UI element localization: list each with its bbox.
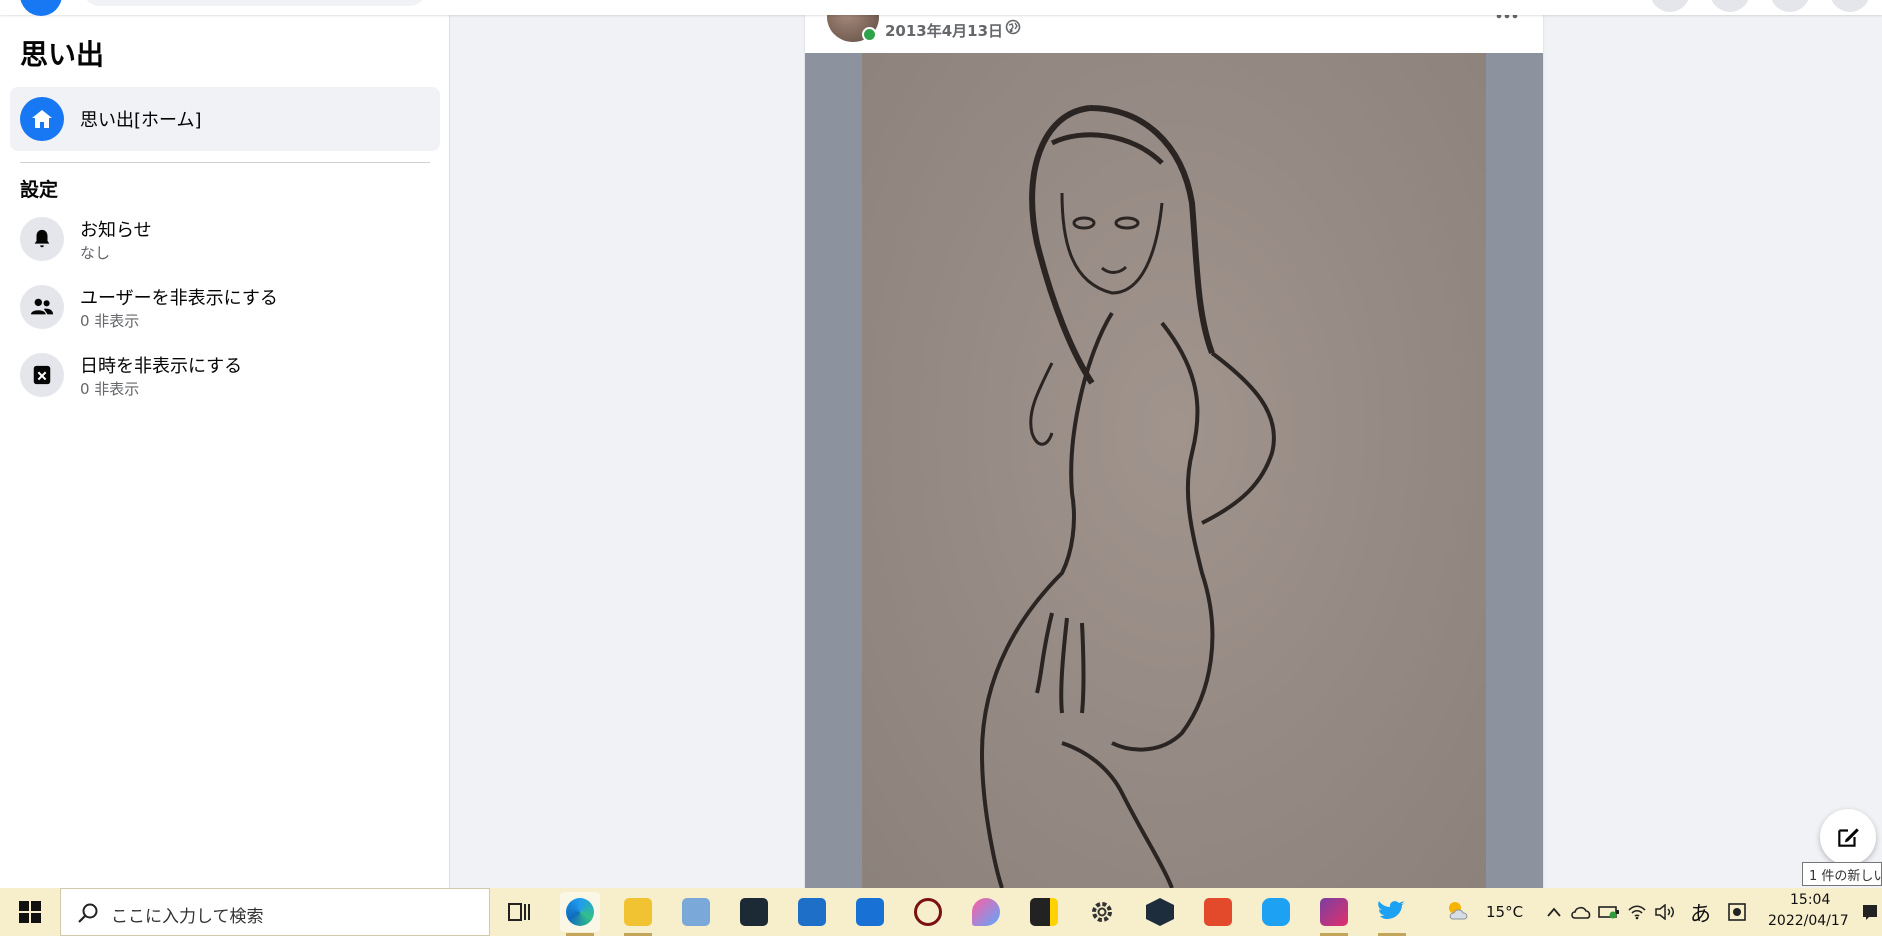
action-center-badge-icon[interactable] (1724, 892, 1750, 932)
volume-icon[interactable] (1652, 892, 1678, 932)
file-explorer-icon[interactable] (618, 892, 658, 936)
sidebar-item-label: ユーザーを非表示にする (80, 288, 278, 309)
clock-date[interactable]: 2022/04/17 (1768, 913, 1849, 929)
onedrive-cloud-icon[interactable] (1568, 892, 1594, 932)
globe-icon (1005, 19, 1021, 39)
taskbar-search-input[interactable]: ここに入力して検索 (60, 888, 490, 936)
chevron-up-icon[interactable] (1542, 892, 1566, 932)
facebook-logo-icon[interactable] (20, 0, 62, 16)
memory-post-card: 2013年4月13日 · (805, 0, 1543, 889)
calendar-x-icon (20, 353, 64, 397)
messenger-chat-icon[interactable] (1256, 892, 1296, 932)
search-placeholder: ここに入力して検索 (111, 907, 264, 927)
bell-icon (20, 217, 64, 261)
sidebar-item-sublabel: なし (80, 244, 111, 262)
kindle-icon[interactable] (734, 892, 774, 932)
settings-heading: 設定 (20, 179, 59, 201)
sidebar-item-memories-home[interactable]: 思い出[ホーム] (10, 87, 440, 151)
notification-tooltip: 1 件の新しい (1802, 862, 1882, 886)
post-date[interactable]: 2013年4月13日 · (885, 20, 1014, 41)
search-icon (78, 903, 98, 923)
menu-icon[interactable] (1650, 0, 1690, 12)
script-app-icon[interactable] (908, 892, 948, 932)
sticky-notes-icon[interactable] (1024, 892, 1064, 932)
settings-gear-icon[interactable] (1082, 892, 1122, 932)
windows-icon (19, 901, 41, 923)
top-nav-bar (0, 0, 1882, 16)
photos-app-icon[interactable] (676, 892, 716, 932)
new-message-button[interactable] (1820, 809, 1876, 865)
people-icon (20, 285, 64, 329)
sidebar-item-notifications[interactable]: お知らせ なし (10, 207, 440, 271)
microsoft-store-icon[interactable] (792, 892, 832, 932)
edge-browser-icon[interactable] (560, 892, 600, 936)
mail-icon[interactable] (850, 892, 890, 932)
paint-app-icon[interactable] (966, 892, 1006, 932)
sidebar-item-hide-dates[interactable]: 日時を非表示にする 0 非表示 (10, 343, 440, 407)
instagram-icon[interactable] (1314, 892, 1354, 936)
post-photo-container[interactable] (805, 53, 1543, 889)
top-search-input[interactable] (82, 0, 427, 6)
sidebar-item-label: お知らせ (80, 220, 152, 241)
hexagon-app-icon[interactable] (1140, 892, 1180, 932)
messenger-icon[interactable] (1710, 0, 1750, 12)
wifi-icon[interactable] (1624, 892, 1650, 932)
sidebar-item-sublabel: 0 非表示 (80, 380, 140, 398)
windows-taskbar: ここに入力して検索 15°C あ 15:04 2022/04/17 (0, 888, 1882, 936)
notifications-icon[interactable] (1770, 0, 1810, 12)
account-icon[interactable] (1830, 0, 1870, 12)
divider (20, 162, 430, 163)
office-icon[interactable] (1198, 892, 1238, 932)
clock-time[interactable]: 15:04 (1790, 892, 1830, 908)
memories-sidebar: 思い出 思い出[ホーム] 設定 お知らせ なし ユーザーを非表示にする 0 非表… (0, 15, 450, 888)
ime-indicator[interactable]: あ (1690, 898, 1711, 928)
weather-icon[interactable] (1440, 892, 1480, 932)
sidebar-item-hide-people[interactable]: ユーザーを非表示にする 0 非表示 (10, 275, 440, 339)
notifications-center-icon[interactable] (1858, 892, 1882, 932)
task-view-icon[interactable] (500, 892, 540, 932)
photo-drawing (979, 105, 1276, 889)
compose-icon (1838, 828, 1859, 847)
sidebar-item-sublabel: 0 非表示 (80, 312, 140, 330)
start-button[interactable] (0, 888, 60, 936)
battery-icon[interactable] (1596, 892, 1622, 932)
home-icon (20, 97, 64, 141)
post-photo[interactable] (862, 53, 1486, 889)
twitter-icon[interactable] (1372, 892, 1412, 936)
sidebar-item-label: 思い出[ホーム] (80, 110, 202, 131)
page-title: 思い出 (20, 38, 105, 71)
weather-temperature[interactable]: 15°C (1486, 903, 1523, 921)
online-status-dot (862, 27, 877, 42)
sidebar-item-label: 日時を非表示にする (80, 356, 243, 377)
